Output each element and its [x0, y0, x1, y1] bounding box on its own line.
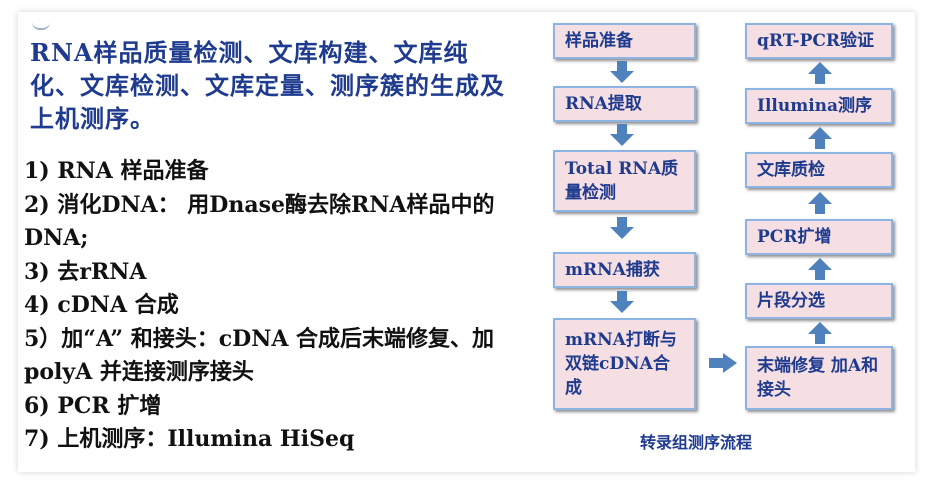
step-list: 1) RNA 样品准备 2) 消化DNA： 用Dnase酶去除RNA样品中的DN…	[24, 155, 524, 457]
flow-box-pcr-amplification: PCR扩增	[745, 219, 893, 255]
step-item: 1) RNA 样品准备	[24, 158, 209, 184]
step-item: 3) 去rRNA	[24, 258, 147, 285]
corner-decoration	[32, 22, 50, 30]
step-item: 7) 上机测序：Illumina HiSeq	[24, 426, 355, 452]
flow-box-qrt-pcr-validation: qRT-PCR验证	[745, 23, 893, 59]
flow-box-end-repair: 末端修复 加A和接头	[745, 346, 893, 410]
flow-box-sample-prep: 样品准备	[553, 23, 696, 59]
down-arrow-icon	[610, 61, 634, 83]
up-arrow-icon	[808, 192, 832, 214]
down-arrow-icon	[610, 291, 634, 313]
flow-box-mrna-capture: mRNA捕获	[553, 252, 696, 288]
up-arrow-icon	[808, 258, 832, 280]
diagram-caption: 转录组测序流程	[640, 433, 753, 452]
flow-box-illumina-sequencing: Illumina测序	[745, 88, 893, 124]
flow-box-rna-extraction: RNA提取	[553, 86, 696, 122]
up-arrow-icon	[808, 62, 832, 84]
down-arrow-icon	[610, 217, 634, 239]
step-item: 6) PCR 扩增	[24, 392, 162, 419]
flow-box-total-rna-qc: Total RNA质量检测	[553, 150, 696, 212]
flow-box-size-selection: 片段分选	[745, 283, 893, 319]
up-arrow-icon	[808, 127, 832, 149]
up-arrow-icon	[808, 322, 832, 344]
flow-box-fragmentation: mRNA打断与双链cDNA合成	[553, 318, 696, 410]
right-arrow-icon	[709, 353, 737, 373]
down-arrow-icon	[610, 124, 634, 146]
step-item: 4) cDNA 合成	[24, 292, 179, 318]
step-item: 5）加“A” 和接头：cDNA 合成后末端修复、加polyA 并连接测序接头	[24, 325, 495, 386]
flow-box-library-qc: 文库质检	[745, 152, 893, 188]
page-title: RNA样品质量检测、文库构建、文库纯化、文库检测、文库定量、测序簇的生成及上机测…	[30, 38, 505, 133]
step-item: 2) 消化DNA： 用Dnase酶去除RNA样品中的DNA;	[24, 191, 495, 252]
